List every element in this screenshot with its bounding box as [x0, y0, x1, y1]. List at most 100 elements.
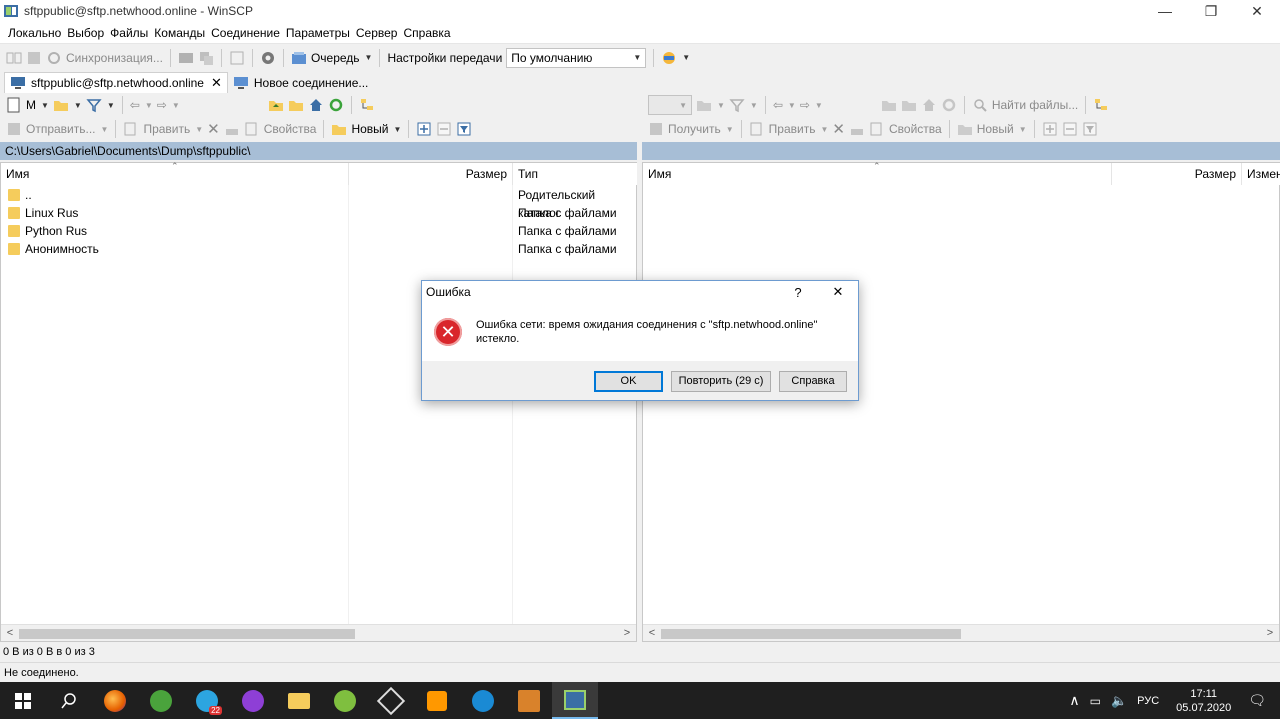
- upload-dropdown-icon[interactable]: ▼: [101, 125, 109, 134]
- horizontal-scrollbar[interactable]: < >: [1, 624, 636, 641]
- unselect-all-icon[interactable]: [436, 121, 452, 137]
- menu-select[interactable]: Выбор: [67, 26, 104, 40]
- delete-icon[interactable]: ✕: [832, 120, 845, 138]
- upload-button[interactable]: Отправить...: [26, 122, 96, 136]
- notifications-icon[interactable]: 🗨: [1248, 692, 1266, 709]
- upload-icon[interactable]: [6, 121, 22, 137]
- compare-icon[interactable]: [6, 50, 22, 66]
- refresh-icon[interactable]: [941, 97, 957, 113]
- network-icon[interactable]: ▭: [1090, 694, 1101, 708]
- queue-icon[interactable]: [291, 50, 307, 66]
- back-icon[interactable]: ⇦: [130, 98, 140, 112]
- parent-folder-icon[interactable]: [268, 97, 284, 113]
- edit-dropdown-icon[interactable]: ▼: [195, 125, 203, 134]
- file-row[interactable]: Анонимность Папка с файлами: [1, 240, 637, 258]
- menu-connection[interactable]: Соединение: [211, 26, 280, 40]
- forward-icon[interactable]: ⇨: [800, 98, 810, 112]
- filter-select-icon[interactable]: [456, 121, 472, 137]
- remote-path-bar[interactable]: [642, 142, 1280, 160]
- gear-icon[interactable]: [260, 50, 276, 66]
- tree-icon[interactable]: [1093, 97, 1109, 113]
- parent-folder-icon[interactable]: [881, 97, 897, 113]
- rename-icon[interactable]: [224, 121, 240, 137]
- menu-commands[interactable]: Команды: [154, 26, 205, 40]
- taskbar-utorrent[interactable]: [138, 682, 184, 719]
- local-file-panel[interactable]: Имя ⌃ Размер Тип .. Родительский каталог…: [0, 161, 637, 642]
- scroll-right-icon[interactable]: >: [620, 625, 634, 642]
- home-icon[interactable]: [921, 97, 937, 113]
- start-button[interactable]: [0, 682, 46, 719]
- edit-icon[interactable]: [749, 121, 765, 137]
- file-row[interactable]: Python Rus Папка с файлами: [1, 222, 637, 240]
- new-dropdown-icon[interactable]: ▼: [394, 125, 402, 134]
- tab-new-connection[interactable]: Новое соединение...: [228, 72, 374, 93]
- column-size[interactable]: Размер: [349, 163, 513, 185]
- edit-icon[interactable]: [123, 121, 139, 137]
- filter-icon[interactable]: [729, 97, 745, 113]
- delete-icon[interactable]: ✕: [207, 120, 220, 138]
- find-files-icon[interactable]: [972, 97, 988, 113]
- taskbar-podcast[interactable]: [230, 682, 276, 719]
- close-window-button[interactable]: ✕: [1234, 0, 1280, 22]
- properties-button[interactable]: Свойства: [264, 122, 317, 136]
- menu-help[interactable]: Справка: [403, 26, 450, 40]
- close-tab-icon[interactable]: ✕: [211, 75, 222, 91]
- open-folder-icon[interactable]: [53, 97, 69, 113]
- properties-button[interactable]: Свойства: [889, 122, 942, 136]
- queue-button[interactable]: Очередь: [311, 51, 360, 65]
- open-folder-dropdown-icon[interactable]: ▼: [74, 101, 82, 110]
- back-dropdown-icon[interactable]: ▼: [145, 101, 153, 110]
- drive-select[interactable]: М: [26, 98, 36, 112]
- taskbar-telegram[interactable]: 22: [184, 682, 230, 719]
- root-folder-icon[interactable]: [288, 97, 304, 113]
- console-icon[interactable]: [178, 50, 194, 66]
- putty-icon[interactable]: [198, 50, 214, 66]
- transfer-preset-select[interactable]: По умолчанию ▼: [506, 47, 647, 68]
- filter-dropdown-icon[interactable]: ▼: [107, 101, 115, 110]
- column-name[interactable]: Имя ⌃: [643, 161, 1112, 185]
- forward-dropdown-icon[interactable]: ▼: [815, 101, 823, 110]
- taskbar-sublime[interactable]: [414, 682, 460, 719]
- find-files-button[interactable]: Найти файлы...: [992, 98, 1078, 112]
- new-folder-icon[interactable]: [957, 121, 973, 137]
- queue-dropdown-icon[interactable]: ▼: [365, 53, 373, 62]
- tray-chevron-icon[interactable]: ∧: [1069, 692, 1079, 709]
- language-indicator[interactable]: РУС: [1137, 695, 1159, 707]
- dialog-help-icon[interactable]: ?: [778, 285, 818, 300]
- ok-button[interactable]: OK: [594, 370, 663, 392]
- scroll-left-icon[interactable]: <: [3, 625, 17, 642]
- local-path-bar[interactable]: C:\Users\Gabriel\Documents\Dump\sftppubl…: [0, 142, 637, 160]
- dialog-close-icon[interactable]: ✕: [818, 284, 858, 300]
- file-row[interactable]: Linux Rus Папка с файлами: [1, 204, 637, 222]
- volume-icon[interactable]: 🔈: [1111, 693, 1127, 709]
- menu-options[interactable]: Параметры: [286, 26, 350, 40]
- open-folder-icon[interactable]: [696, 97, 712, 113]
- unselect-all-icon[interactable]: [1062, 121, 1078, 137]
- select-all-icon[interactable]: [416, 121, 432, 137]
- help-button[interactable]: Справка: [779, 370, 847, 392]
- select-all-icon[interactable]: [1042, 121, 1058, 137]
- filter-icon[interactable]: [86, 97, 102, 113]
- site-manager-dropdown-icon[interactable]: ▼: [682, 53, 690, 62]
- sync-browse-icon[interactable]: [26, 50, 42, 66]
- taskbar-game[interactable]: [506, 682, 552, 719]
- column-modified[interactable]: Измен: [1242, 163, 1280, 185]
- edit-dropdown-icon[interactable]: ▼: [820, 125, 828, 134]
- remote-path-select[interactable]: ▼: [648, 95, 692, 115]
- drive-dropdown-icon[interactable]: ▼: [41, 101, 49, 110]
- back-dropdown-icon[interactable]: ▼: [788, 101, 796, 110]
- new-dropdown-icon[interactable]: ▼: [1019, 125, 1027, 134]
- column-size[interactable]: Размер: [1112, 163, 1242, 185]
- tab-session[interactable]: sftppublic@sftp.netwhood.online ✕: [4, 72, 228, 93]
- properties-icon[interactable]: [244, 121, 260, 137]
- maximize-button[interactable]: ❐: [1188, 0, 1234, 22]
- back-icon[interactable]: ⇦: [773, 98, 783, 112]
- menu-server[interactable]: Сервер: [356, 26, 398, 40]
- minimize-button[interactable]: —: [1142, 0, 1188, 22]
- refresh-icon[interactable]: [328, 97, 344, 113]
- edit-button[interactable]: Править: [143, 122, 190, 136]
- scroll-thumb[interactable]: [19, 629, 355, 639]
- scroll-thumb[interactable]: [661, 629, 961, 639]
- new-button[interactable]: Новый: [977, 122, 1014, 136]
- forward-icon[interactable]: ⇨: [157, 98, 167, 112]
